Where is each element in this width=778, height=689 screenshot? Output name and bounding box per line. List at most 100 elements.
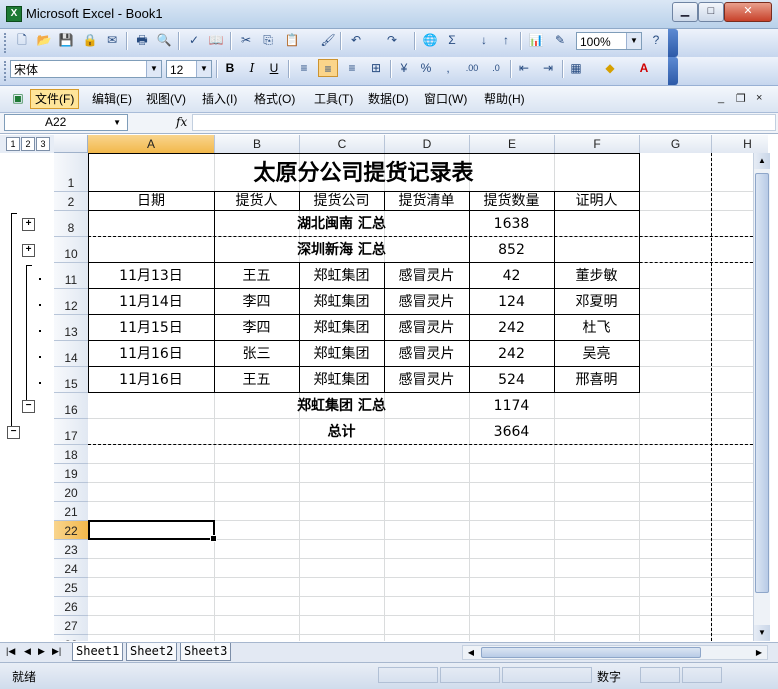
row-header[interactable]: 11 [54, 263, 88, 289]
company-cell[interactable]: 郑虹集团 [299, 292, 384, 312]
company-cell[interactable]: 郑虹集团 [299, 318, 384, 338]
menu-insert[interactable]: 插入(I) [198, 90, 241, 108]
paste-icon[interactable]: 📋 [282, 31, 302, 49]
font-size-select[interactable]: 12 ▼ [166, 60, 212, 78]
date-cell[interactable]: 11月15日 [88, 318, 214, 338]
person-cell[interactable]: 王五 [214, 370, 299, 390]
row-header[interactable]: 16 [54, 393, 88, 419]
grand-total-label[interactable]: 总计 [214, 422, 469, 442]
workbook-minimize-button[interactable]: _ [718, 92, 724, 104]
print-preview-icon[interactable]: 🔍 [154, 31, 174, 49]
sort-descending-icon[interactable]: ↑ [496, 31, 516, 49]
date-cell[interactable]: 11月14日 [88, 292, 214, 312]
worksheet-grid[interactable]: 太原分公司提货记录表 日期 提货人 提货公司 提货清单 提货数量 证明人 湖北闽… [88, 153, 768, 641]
redo-icon[interactable]: ↷ [382, 31, 402, 49]
company-cell[interactable]: 郑虹集团 [299, 370, 384, 390]
row-header[interactable]: 14 [54, 341, 88, 367]
menu-help[interactable]: 帮助(H) [480, 90, 529, 108]
scroll-right-icon[interactable]: ▶ [752, 646, 766, 659]
qty-cell[interactable]: 524 [469, 370, 554, 390]
row-header[interactable]: 22 [54, 521, 88, 540]
vertical-scrollbar[interactable]: ▲ ▼ [753, 153, 770, 641]
row-header[interactable]: 10 [54, 237, 88, 263]
decrease-decimal-icon[interactable]: .0 [486, 59, 506, 77]
open-icon[interactable]: 📂 [34, 31, 54, 49]
maximize-button[interactable]: □ [698, 2, 724, 22]
date-cell[interactable]: 11月16日 [88, 344, 214, 364]
chevron-down-icon[interactable]: ▼ [626, 33, 641, 49]
font-color-icon[interactable]: A [634, 59, 654, 77]
tab-sheet2[interactable]: Sheet2 [126, 643, 178, 661]
workbook-icon[interactable]: ▣ [8, 89, 28, 107]
item-cell[interactable]: 感冒灵片 [384, 344, 469, 364]
drawing-icon[interactable]: ✎ [550, 31, 570, 49]
person-cell[interactable]: 李四 [214, 318, 299, 338]
autosum-icon[interactable]: Σ [442, 31, 462, 49]
group-total-label[interactable]: 郑虹集团 汇总 [214, 396, 469, 416]
toolbar-options-icon[interactable] [668, 57, 678, 85]
scroll-left-icon[interactable]: ◀ [464, 646, 478, 659]
qty-cell[interactable]: 42 [469, 266, 554, 286]
percent-icon[interactable]: % [416, 59, 436, 77]
row-header[interactable]: 2 [54, 192, 88, 211]
tab-sheet3[interactable]: Sheet3 [180, 643, 232, 661]
outline-level-3-button[interactable]: 3 [36, 137, 50, 151]
chevron-down-icon[interactable]: ▼ [113, 115, 121, 130]
help-icon[interactable]: ? [646, 31, 666, 49]
column-header-a[interactable]: A [88, 135, 215, 153]
increase-indent-icon[interactable]: ⇥ [538, 59, 558, 77]
qty-cell[interactable]: 124 [469, 292, 554, 312]
header-cell[interactable]: 提货公司 [299, 191, 384, 211]
row-header[interactable]: 12 [54, 289, 88, 315]
menu-window[interactable]: 窗口(W) [420, 90, 471, 108]
company-cell[interactable]: 郑虹集团 [299, 344, 384, 364]
undo-icon[interactable]: ↶ [346, 31, 366, 49]
horizontal-scroll-thumb[interactable] [481, 647, 701, 658]
toolbar-grip[interactable] [4, 33, 9, 53]
column-header-g[interactable]: G [640, 135, 712, 153]
header-cell[interactable]: 提货数量 [469, 191, 554, 211]
row-header[interactable]: 23 [54, 540, 88, 559]
cut-icon[interactable]: ✂ [236, 31, 256, 49]
copy-icon[interactable]: ⎘ [258, 31, 278, 49]
column-header-f[interactable]: F [555, 135, 640, 153]
outline-level-2-button[interactable]: 2 [21, 137, 35, 151]
row-header[interactable]: 18 [54, 445, 88, 464]
prev-sheet-icon[interactable]: ◀ [24, 646, 31, 657]
minimize-button[interactable]: ▁ [672, 2, 698, 22]
borders-icon[interactable]: ▦ [566, 59, 586, 77]
horizontal-scrollbar[interactable]: ◀ ▶ [462, 645, 768, 660]
sheet-title[interactable]: 太原分公司提货记录表 [88, 157, 639, 189]
name-box[interactable]: A22 ▼ [4, 114, 128, 131]
subtotal-qty[interactable]: 1638 [469, 214, 554, 234]
person-cell[interactable]: 王五 [214, 266, 299, 286]
item-cell[interactable]: 感冒灵片 [384, 370, 469, 390]
comma-style-icon[interactable]: , [438, 59, 458, 77]
group-total-qty[interactable]: 1174 [469, 396, 554, 416]
date-cell[interactable]: 11月13日 [88, 266, 214, 286]
company-cell[interactable]: 郑虹集团 [299, 266, 384, 286]
row-header[interactable]: 1 [54, 153, 88, 192]
chevron-down-icon[interactable]: ▼ [146, 61, 161, 77]
menu-file[interactable]: 文件(F) [30, 89, 80, 109]
insert-function-icon[interactable]: fx [176, 115, 187, 129]
grand-total-qty[interactable]: 3664 [469, 422, 554, 442]
collapse-group-button[interactable]: − [22, 400, 35, 413]
new-icon[interactable]: 🗋 [12, 31, 32, 49]
zoom-select[interactable]: 100% ▼ [576, 32, 642, 50]
first-sheet-icon[interactable]: |◀ [6, 646, 15, 657]
research-icon[interactable]: 📖 [206, 31, 226, 49]
qty-cell[interactable]: 242 [469, 344, 554, 364]
menu-edit[interactable]: 编辑(E) [88, 90, 136, 108]
witness-cell[interactable]: 董步敏 [554, 266, 639, 286]
scroll-up-icon[interactable]: ▲ [754, 153, 770, 169]
select-all-button[interactable] [54, 135, 88, 153]
row-header[interactable]: 27 [54, 616, 88, 635]
align-left-icon[interactable]: ≡ [294, 59, 314, 77]
person-cell[interactable]: 李四 [214, 292, 299, 312]
person-cell[interactable]: 张三 [214, 344, 299, 364]
email-icon[interactable]: ✉ [102, 31, 122, 49]
header-cell[interactable]: 证明人 [554, 191, 639, 211]
decrease-indent-icon[interactable]: ⇤ [514, 59, 534, 77]
format-painter-icon[interactable]: 🖌 [318, 31, 338, 49]
